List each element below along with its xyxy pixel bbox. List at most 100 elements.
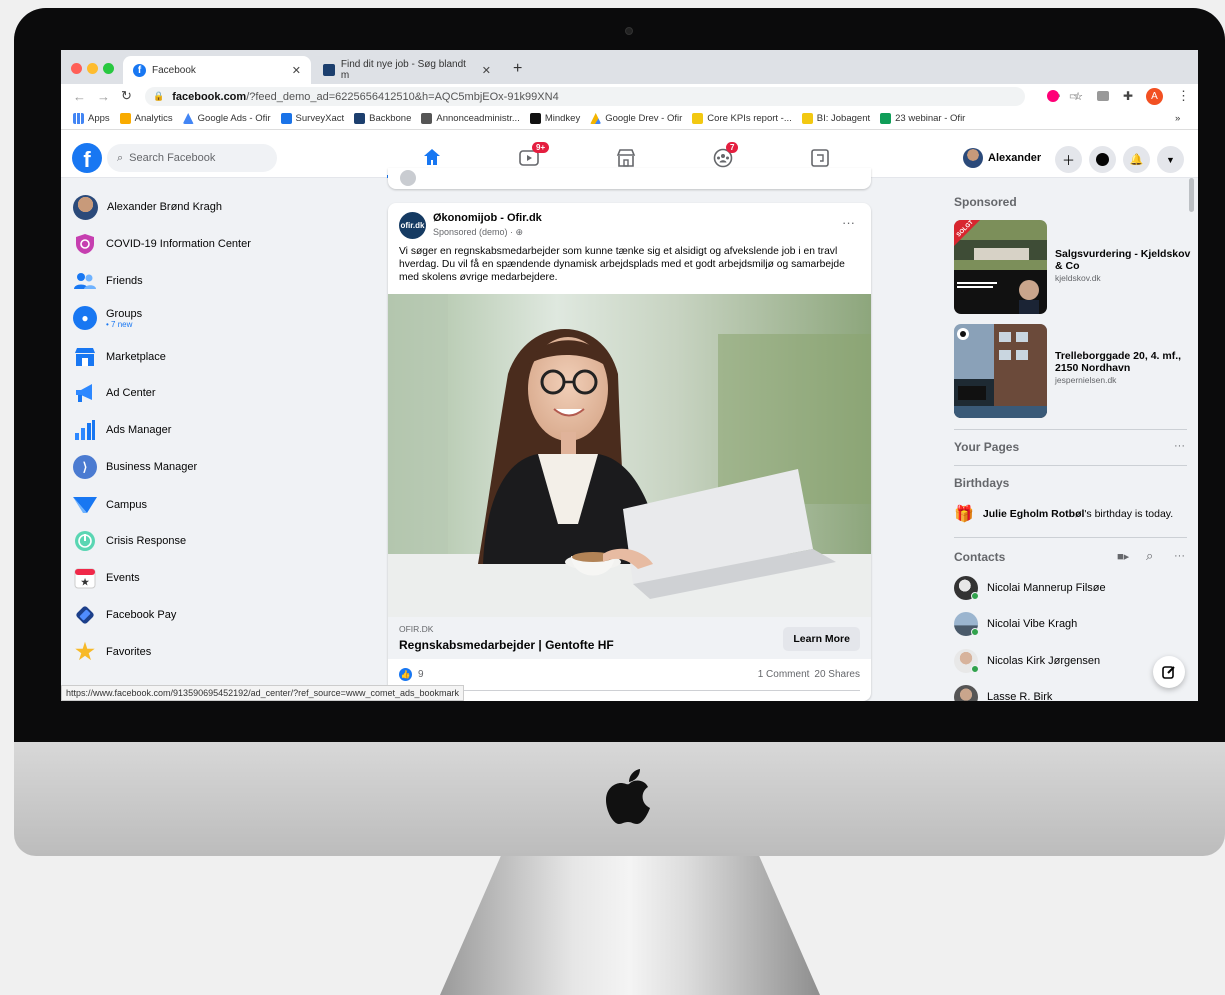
bookmark-google-drive[interactable]: Google Drev - Ofir [590,113,682,124]
ad-image[interactable] [388,294,871,617]
sponsored-ad-1[interactable]: SOLGT Salgsvurdering - Kjeldskov & Co kj… [954,220,1194,316]
page-icon [421,113,433,124]
covid-shield-icon [73,232,97,256]
post-body: Vi søger en regnskabsmedarbejder som kun… [399,246,845,283]
url-field[interactable]: 🔒 facebook.com /?feed_demo_ad=6225656412… [145,87,1083,106]
back-icon[interactable]: ← [73,89,86,104]
post-options-button[interactable]: ··· [842,215,855,230]
contact-name: Nicolas Kirk Jørgensen [987,655,1101,667]
bookmark-surveyxact[interactable]: SurveyXact [280,113,344,124]
bookmark-annonceadministrator[interactable]: Annonceadministr... [421,113,520,124]
facebook-logo-icon[interactable]: f [72,143,102,173]
sponsored-ad-2[interactable]: Trelleborggade 20, 4. mf., 2150 Nordhavn… [954,324,1194,420]
contact-item[interactable]: Nicolai Mannerup Filsøe [954,575,1106,601]
account-menu-button[interactable]: ▼ [1157,146,1184,173]
scrollbar[interactable] [1189,178,1194,212]
globe-icon: ⊕ [515,227,524,237]
new-message-button[interactable] [1153,656,1185,688]
bookmark-bi-jobagent[interactable]: BI: Jobagent [801,113,870,124]
groups-label-wrap: Groups • 7 new [106,308,142,329]
ad-thumbnail [954,324,1047,418]
post-actions-divider [399,690,860,691]
profile-avatar[interactable]: A [1146,87,1163,105]
bookmark-mindkey[interactable]: Mindkey [529,113,580,124]
tab-facebook[interactable]: f Facebook ✕ [123,56,311,84]
monitor-stand [440,856,820,995]
sidebar-item-ads-manager[interactable]: Ads Manager [73,414,171,446]
url-path: /?feed_demo_ad=6225656412510&h=AQC5mbjEO… [246,90,559,103]
tab-ofir[interactable]: Find dit nye job - Søg blandt m ✕ [313,56,501,84]
browser-menu-icon[interactable]: ⋮ [1177,88,1190,104]
ad-domain: jespernielsen.dk [1055,375,1117,385]
extension-icon[interactable]: ▭ [1069,91,1078,102]
bookmark-google-ads[interactable]: Google Ads - Ofir [182,113,271,124]
sidebar-item-ad-center[interactable]: Ad Center [73,377,156,409]
sidebar-item-events[interactable]: ★ Events [73,562,140,594]
search-input[interactable]: ⌕ Search Facebook [107,144,277,172]
share-count[interactable]: 20 Shares [814,669,860,680]
facebook-pay-icon [73,603,97,627]
video-call-icon[interactable]: ■▸ [1117,550,1129,563]
sidebar-item-favorites[interactable]: ★ Favorites [73,636,151,668]
page-name[interactable]: Økonomijob - Ofir.dk [433,212,542,224]
sidebar-item-friends[interactable]: Friends [73,265,143,297]
bookmark-webinar[interactable]: 23 webinar - Ofir [880,113,965,124]
apps-grid-icon [73,113,84,124]
create-button[interactable]: ＋ [1055,146,1082,173]
profile-button[interactable]: Alexander [963,148,1041,168]
messenger-icon [1096,153,1109,166]
contact-item[interactable]: Nicolai Vibe Kragh [954,611,1077,637]
reload-icon[interactable]: ↻ [121,88,132,104]
link-preview[interactable]: OFIR.DK Regnskabsmedarbejder | Gentofte … [388,617,871,659]
sidebar-item-groups[interactable]: ● Groups • 7 new [73,302,142,334]
ofir-favicon-icon [323,64,335,76]
sidebar-item-campus[interactable]: Campus [73,489,147,521]
reaction-count[interactable]: 9 [418,669,424,680]
learn-more-button[interactable]: Learn More [783,627,860,651]
like-reaction-icon[interactable]: 👍 [399,667,412,681]
bookmark-core-kpis[interactable]: Core KPIs report -... [692,113,792,124]
birthday-row[interactable]: 🎁 Julie Egholm Rotbøl's birthday is toda… [954,504,1173,524]
messenger-button[interactable] [1089,146,1116,173]
avatar [400,170,416,186]
bookmark-backbone[interactable]: Backbone [354,113,411,124]
extension-icon[interactable] [1047,90,1059,102]
sidebar-item-marketplace[interactable]: Marketplace [73,341,166,373]
puzzle-icon[interactable]: ✚ [1123,89,1133,103]
backbone-icon [354,113,366,124]
search-icon[interactable]: ⌕ [1146,548,1153,564]
business-manager-icon: ⟩ [73,455,97,479]
address-toolbar: ← → ↻ 🔒 facebook.com /?feed_demo_ad=6225… [61,84,1198,108]
power-bi-icon [692,113,704,124]
maximize-window-icon[interactable] [103,63,114,74]
bookmarks-overflow-button[interactable]: » [1175,113,1180,124]
minimize-window-icon[interactable] [87,63,98,74]
sidebar-item-facebook-pay[interactable]: Facebook Pay [73,599,176,631]
sidebar-item-profile[interactable]: Alexander Brønd Kragh [73,191,222,223]
sidebar-item-crisis-response[interactable]: Crisis Response [73,525,186,557]
close-tab-icon[interactable]: ✕ [292,64,301,77]
close-window-icon[interactable] [71,63,82,74]
contact-item[interactable]: Nicolas Kirk Jørgensen [954,648,1100,674]
page-logo[interactable]: ofir.dk [399,212,426,239]
sidebar-item-label: Marketplace [106,351,166,363]
close-tab-icon[interactable]: ✕ [482,64,491,77]
forward-icon[interactable]: → [97,89,110,104]
sidebar-item-label: Campus [106,499,147,511]
comment-count[interactable]: 1 Comment [758,669,810,680]
groups-badge: 7 [726,142,739,153]
notifications-button[interactable]: 🔔 [1123,146,1150,173]
plus-icon: ＋ [1061,153,1075,168]
new-tab-button[interactable]: + [513,60,522,78]
sidebar-item-covid[interactable]: COVID-19 Information Center [73,228,251,260]
bookmark-apps[interactable]: Apps [73,113,110,124]
extension-icon[interactable] [1097,91,1109,101]
tab-title: Facebook [152,64,196,76]
ad-text: Trelleborggade 20, 4. mf., 2150 Nordhavn… [1055,350,1194,386]
sidebar-item-business-manager[interactable]: ⟩ Business Manager [73,451,197,483]
contacts-more-button[interactable]: ··· [1174,550,1185,562]
bookmark-analytics[interactable]: Analytics [119,113,173,124]
contact-item[interactable]: Lasse R. Birk [954,684,1052,701]
your-pages-more-button[interactable]: ··· [1174,440,1185,452]
your-pages-heading: Your Pages [954,440,1020,454]
